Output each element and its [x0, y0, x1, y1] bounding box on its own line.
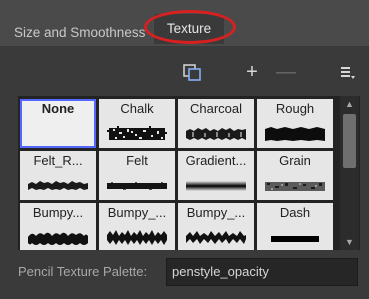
texture-cell-gradient[interactable]: Gradient... [178, 151, 254, 200]
texture-grid-scrollbar[interactable]: ▲ ▼ [340, 96, 359, 250]
bumpy-texture-swatch [107, 230, 167, 245]
duplicate-icon [183, 64, 201, 81]
gradient-texture-swatch [186, 181, 246, 191]
duplicate-texture-button[interactable] [180, 60, 204, 84]
texture-cell-chalk[interactable]: Chalk [99, 99, 175, 148]
highlight-annotation-circle [144, 10, 236, 44]
remove-texture-button[interactable]: — [274, 60, 298, 84]
tab-size-and-smoothness[interactable]: Size and Smoothness [14, 18, 145, 48]
texture-label: Rough [275, 101, 315, 116]
pencil-texture-palette-label: Pencil Texture Palette: [18, 264, 148, 279]
texture-cell-bumpy-2[interactable]: Bumpy_... [99, 203, 175, 250]
texture-label: Charcoal [189, 101, 243, 116]
texture-cell-bumpy-1[interactable]: Bumpy... [20, 203, 96, 250]
texture-label: Chalk [120, 101, 154, 116]
texture-palette-footer: Pencil Texture Palette: penstyle_opacity [0, 258, 369, 290]
palette-menu-button[interactable] [336, 60, 360, 84]
texture-cell-dash[interactable]: Dash [257, 203, 333, 250]
texture-label: Dash [279, 205, 311, 220]
grain-texture-swatch [265, 182, 325, 191]
texture-label: Grain [279, 153, 311, 168]
scroll-down-icon[interactable]: ▼ [340, 234, 359, 250]
texture-cell-bumpy-3[interactable]: Bumpy_... [178, 203, 254, 250]
tab-bar: Size and Smoothness Texture [0, 0, 369, 46]
plus-icon: + [246, 60, 258, 83]
add-texture-button[interactable]: + [240, 60, 264, 84]
scrollbar-thumb[interactable] [343, 114, 356, 168]
pencil-texture-palette-field[interactable]: penstyle_opacity [166, 258, 358, 286]
menu-icon [341, 67, 355, 79]
bumpy-texture-swatch [186, 231, 246, 244]
chalk-texture-swatch [107, 126, 167, 140]
texture-toolbar: + — [0, 60, 369, 88]
texture-label: None [41, 101, 75, 116]
felt-r-texture-swatch [28, 181, 88, 190]
texture-cell-felt-r[interactable]: Felt_R... [20, 151, 96, 200]
texture-grid: None Chalk Charcoal Rough Felt_R... Felt… [18, 96, 360, 250]
dash-texture-swatch [271, 236, 319, 242]
scroll-up-icon[interactable]: ▲ [340, 96, 359, 112]
rough-texture-swatch [265, 127, 325, 141]
texture-cell-rough[interactable]: Rough [257, 99, 333, 148]
texture-cell-charcoal[interactable]: Charcoal [178, 99, 254, 148]
texture-label: Felt_R... [33, 153, 83, 168]
charcoal-texture-swatch [186, 128, 246, 140]
texture-cell-grain[interactable]: Grain [257, 151, 333, 200]
texture-cell-none[interactable]: None [20, 99, 96, 148]
minus-icon: — [276, 60, 296, 83]
felt-texture-swatch [107, 182, 167, 190]
bumpy-texture-swatch [28, 232, 88, 245]
texture-label: Felt [126, 153, 148, 168]
texture-label: Bumpy_... [107, 205, 167, 220]
texture-label: Bumpy... [32, 205, 84, 220]
texture-cell-felt[interactable]: Felt [99, 151, 175, 200]
texture-label: Bumpy_... [186, 205, 246, 220]
texture-label: Gradient... [185, 153, 247, 168]
